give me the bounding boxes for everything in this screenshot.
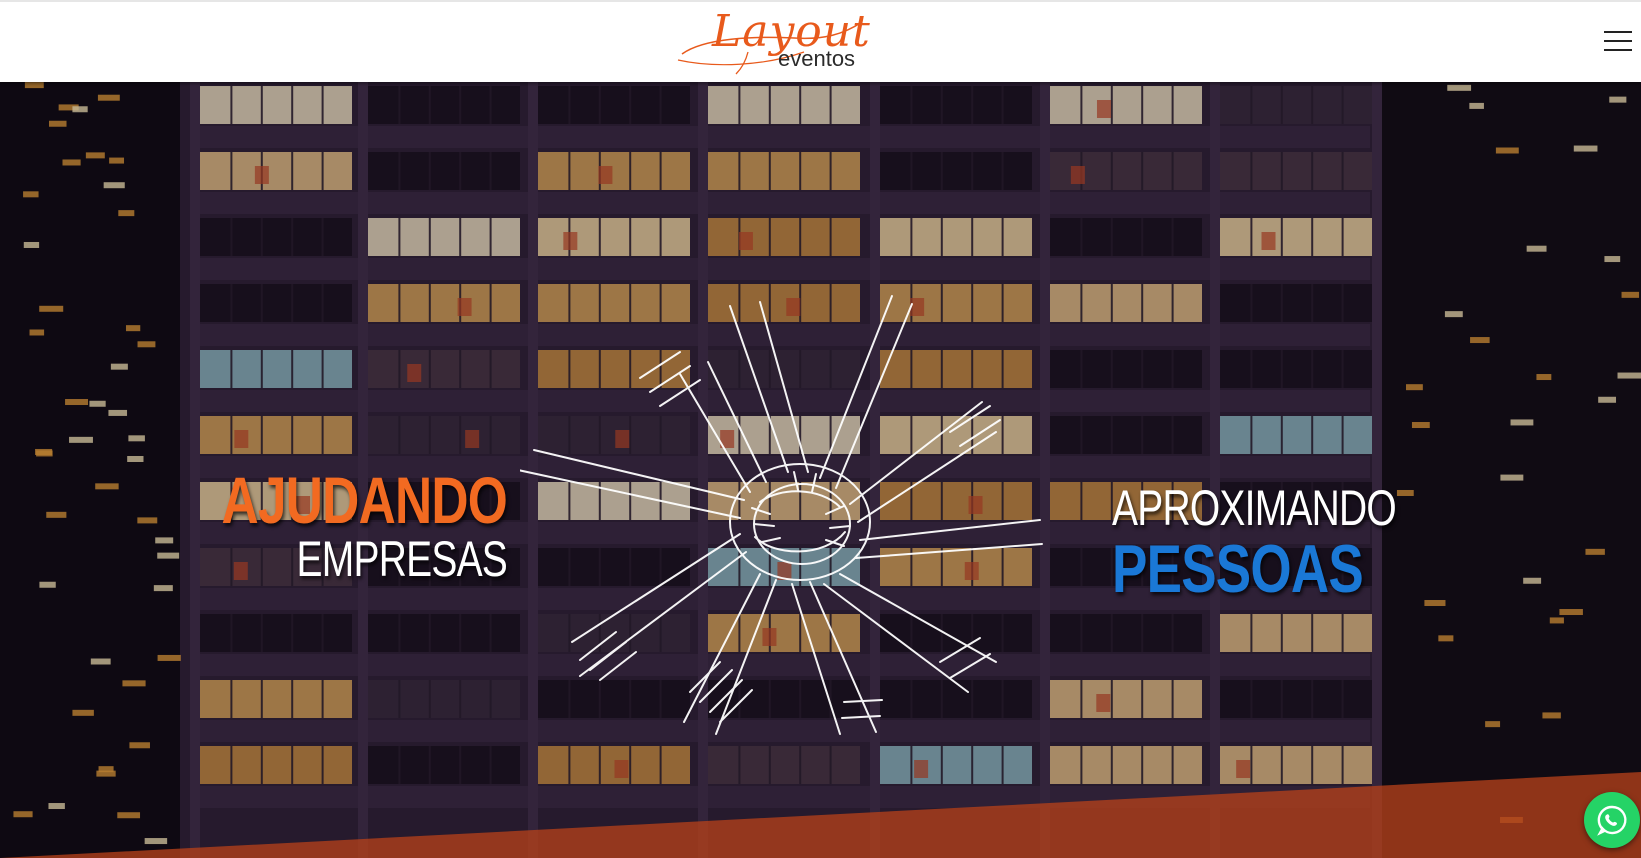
whatsapp-button[interactable] [1584, 792, 1640, 848]
headline-aproximando: APROXIMANDO [1112, 480, 1397, 536]
hamburger-menu-icon[interactable] [1604, 31, 1632, 53]
hands-together-sketch-icon [520, 295, 1043, 735]
left-headline: AJUDANDO EMPRESAS [141, 463, 508, 587]
hero-banner: AJUDANDO EMPRESAS APROXIMANDO PESSOAS [0, 82, 1641, 858]
logo-sub-text: eventos [778, 46, 856, 71]
whatsapp-icon [1597, 805, 1627, 836]
layout-eventos-logo[interactable]: Layout eventos [674, 8, 870, 78]
site-header: Layout eventos [0, 0, 1641, 82]
right-headline: APROXIMANDO PESSOAS [1112, 480, 1476, 607]
headline-pessoas: PESSOAS [1112, 531, 1364, 607]
headline-empresas: EMPRESAS [296, 531, 508, 587]
headline-ajudando: AJUDANDO [221, 463, 507, 537]
